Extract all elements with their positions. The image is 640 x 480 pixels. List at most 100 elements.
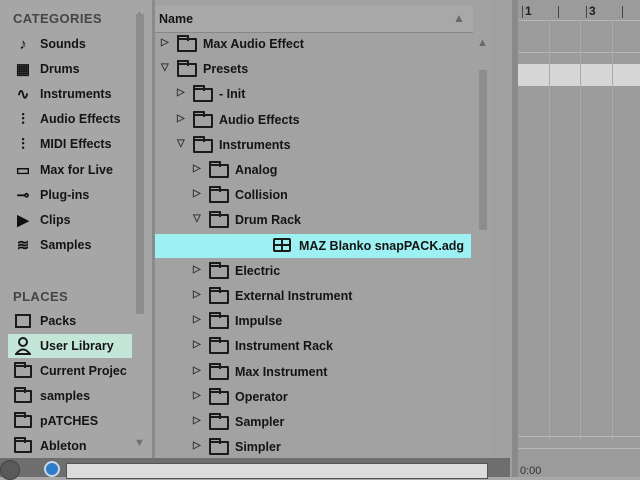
track-divider	[518, 448, 640, 449]
folder-row[interactable]: ▷ Max Audio Effect	[155, 32, 473, 56]
places-heading: PLACES	[13, 289, 69, 304]
sidebar-item-midi-effects[interactable]: ⫶ MIDI Effects	[8, 132, 132, 156]
folder-row[interactable]: ▷ Collision	[155, 183, 473, 207]
sidebar-item-label: Sounds	[40, 37, 86, 51]
expand-triangle-icon[interactable]: ▷	[193, 163, 201, 174]
bar-number: 3	[589, 4, 596, 18]
folder-icon	[209, 362, 229, 380]
rack-preset-icon	[273, 237, 291, 252]
folder-row[interactable]: ▷ Audio Effects	[155, 108, 473, 132]
expand-triangle-icon[interactable]: ▷	[193, 289, 201, 300]
track-divider	[518, 52, 640, 53]
sidebar-item-packs[interactable]: Packs	[8, 309, 132, 333]
folder-row[interactable]: ▷ Electric	[155, 259, 473, 283]
folder-row[interactable]: ▽ Instruments	[155, 133, 473, 157]
expand-triangle-icon[interactable]: ▷	[193, 264, 201, 275]
sidebar-item-user-library[interactable]: User Library	[8, 334, 132, 358]
expand-triangle-icon[interactable]: ▷	[193, 390, 201, 401]
sidebar-item-label: Instruments	[40, 87, 112, 101]
expand-triangle-icon[interactable]: ▷	[193, 314, 201, 325]
folder-row[interactable]: ▷ Analog	[155, 158, 473, 182]
sidebar-item-current-project[interactable]: Current Projec	[8, 359, 132, 383]
sidebar-item-audio-effects[interactable]: ⫶ Audio Effects	[8, 107, 132, 131]
folder-row[interactable]: ▷ Max Instrument	[155, 360, 473, 384]
sidebar-item-clips[interactable]: ▶ Clips	[8, 208, 132, 232]
browser-scrollbar[interactable]	[479, 70, 487, 230]
midi-effects-icon: ⫶	[21, 135, 25, 153]
ableton-browser-window: CATEGORIES ♪ Sounds ▦ Drums ∿ Instrument…	[0, 0, 640, 480]
column-header[interactable]: Name ▲	[155, 6, 473, 33]
sidebar-item-sounds[interactable]: ♪ Sounds	[8, 32, 132, 56]
sidebar-item-label: Current Projec	[40, 364, 127, 378]
sort-ascending-icon[interactable]: ▲	[453, 11, 465, 25]
preset-file-row[interactable]: MAZ Blanko snapPACK.adg	[155, 233, 471, 258]
expand-triangle-icon[interactable]: ▷	[193, 188, 201, 199]
expand-triangle-icon[interactable]: ▷	[193, 339, 201, 350]
sidebar-item-label: Clips	[40, 213, 71, 227]
sidebar-item-patches[interactable]: pATCHES	[8, 409, 132, 433]
folder-row[interactable]: ▷ Sampler	[155, 410, 473, 434]
folder-row[interactable]: ▷ Operator	[155, 385, 473, 409]
expand-triangle-icon[interactable]: ▷	[193, 415, 201, 426]
folder-row[interactable]: ▷ - Init	[155, 82, 473, 106]
arrangement-track-lane[interactable]	[518, 64, 640, 86]
collapse-triangle-icon[interactable]: ▽	[161, 62, 169, 73]
clip-play-icon: ▶	[17, 212, 29, 229]
sidebar-item-label: Samples	[40, 238, 92, 252]
folder-icon	[209, 186, 229, 204]
sidebar-item-max-for-live[interactable]: ▭ Max for Live	[8, 158, 132, 182]
row-label: Presets	[203, 62, 249, 77]
folder-row[interactable]: ▷ External Instrument	[155, 284, 473, 308]
row-label: Electric	[235, 263, 281, 278]
sample-wave-icon: ≋	[16, 237, 30, 254]
row-label: - Init	[219, 87, 246, 102]
name-column-label: Name	[159, 12, 194, 26]
collapse-triangle-icon[interactable]: ▽	[193, 213, 201, 224]
expand-triangle-icon[interactable]: ▷	[193, 365, 201, 376]
folder-icon	[12, 386, 34, 406]
sidebar-item-instruments[interactable]: ∿ Instruments	[8, 82, 132, 106]
time-ruler-label: 0:00	[520, 465, 542, 477]
sidebar-item-ableton[interactable]: Ableton	[8, 434, 132, 458]
expand-triangle-icon[interactable]: ▷	[193, 440, 201, 451]
folder-row[interactable]: ▽ Drum Rack	[155, 208, 473, 232]
folder-icon	[209, 312, 229, 330]
folder-row[interactable]: ▷ Impulse	[155, 309, 473, 333]
info-bar	[0, 458, 510, 480]
row-label: Analog	[235, 163, 278, 177]
row-label: Operator	[235, 389, 288, 404]
categories-heading: CATEGORIES	[13, 11, 102, 26]
folder-icon	[177, 60, 197, 78]
ruler-tick	[558, 6, 559, 18]
audio-effects-icon: ⫶	[21, 110, 25, 128]
packs-icon	[12, 311, 34, 331]
folder-icon	[193, 135, 213, 153]
sidebar-item-samples[interactable]: ≋ Samples	[8, 233, 132, 257]
folder-icon	[12, 411, 34, 431]
row-label: Impulse	[235, 314, 283, 329]
sidebar-item-label: samples	[40, 389, 91, 403]
sidebar-item-plug-ins[interactable]: ⊸ Plug-ins	[8, 183, 132, 207]
expand-triangle-icon[interactable]: ▷	[177, 87, 185, 98]
row-label: Max Instrument	[235, 364, 328, 379]
collapse-triangle-icon[interactable]: ▽	[177, 138, 185, 149]
sidebar-item-samples-folder[interactable]: samples	[8, 384, 132, 408]
expand-triangle-icon[interactable]: ▷	[177, 113, 185, 124]
folder-icon	[209, 413, 229, 430]
sidebar-item-label: Drums	[40, 62, 80, 76]
scroll-up-icon[interactable]: ▲	[477, 37, 488, 49]
waveform-icon: ∿	[16, 86, 30, 103]
folder-row[interactable]: ▽ Presets	[155, 57, 473, 81]
info-icon[interactable]	[44, 461, 60, 477]
sidebar-item-drums[interactable]: ▦ Drums	[8, 57, 132, 81]
expand-triangle-icon[interactable]: ▷	[161, 37, 169, 48]
folder-row[interactable]: ▷ Simpler	[155, 435, 473, 459]
folder-icon	[193, 85, 213, 103]
scroll-down-icon[interactable]: ▼	[134, 437, 145, 449]
sidebar-item-label: Packs	[40, 314, 77, 328]
overview-toggle-icon[interactable]	[0, 460, 20, 480]
sidebar-scrollbar[interactable]	[136, 14, 144, 314]
folder-row[interactable]: ▷ Instrument Rack	[155, 334, 473, 358]
row-label: External Instrument	[235, 289, 353, 303]
folder-icon	[209, 287, 229, 304]
